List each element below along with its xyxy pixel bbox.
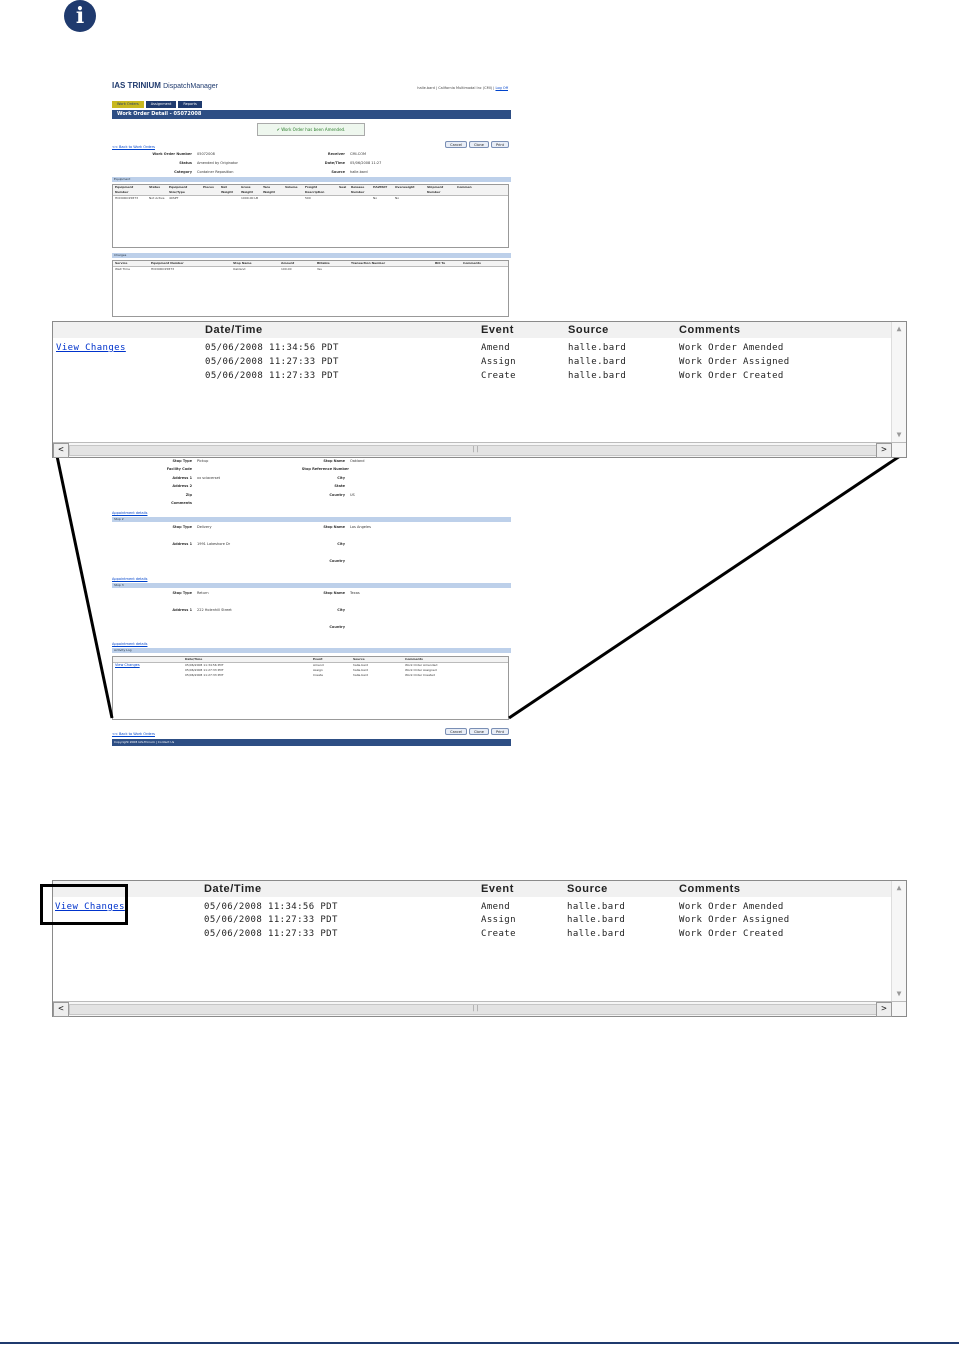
table-row: View Changes 05/06/2008 11:34:56 PDT Ame… (55, 902, 784, 912)
zoom-callout-lines (55, 454, 901, 720)
table-row: 05/06/2008 11:27:33 PDT Create halle.bar… (205, 371, 784, 381)
activity-log-zoom-1: Date/Time Event Source Comments View Cha… (52, 321, 907, 458)
scroll-up-icon[interactable]: ▲ (892, 881, 906, 895)
table-row: 05/06/2008 11:27:33 PDT Assign halle.bar… (204, 915, 790, 925)
activity-log-zoom-2: Date/Time Event Source Comments View Cha… (52, 880, 907, 1017)
scroll-left-icon[interactable]: < (53, 1002, 69, 1017)
activity-log-header: Date/Time Event Source Comments (53, 881, 891, 897)
table-row: View Changes 05/06/2008 11:34:56 PDT Ame… (56, 343, 784, 353)
view-changes-highlight (40, 884, 128, 925)
scroll-down-icon[interactable]: ▼ (892, 428, 906, 442)
scroll-down-icon[interactable]: ▼ (892, 987, 906, 1001)
scroll-right-icon[interactable]: > (876, 1002, 892, 1017)
horizontal-scrollbar[interactable]: < || > (53, 1001, 906, 1017)
vertical-scrollbar[interactable]: ▲ ▼ (891, 322, 906, 442)
activity-log-header: Date/Time Event Source Comments (53, 322, 891, 338)
table-row: 05/06/2008 11:27:33 PDT Assign halle.bar… (205, 357, 790, 367)
scroll-thumb[interactable]: || (69, 445, 882, 456)
table-row: 05/06/2008 11:27:33 PDT Create halle.bar… (204, 929, 784, 939)
scroll-up-icon[interactable]: ▲ (892, 322, 906, 336)
scroll-left-icon[interactable]: < (53, 443, 69, 458)
scroll-thumb[interactable]: || (69, 1004, 882, 1015)
vertical-scrollbar[interactable]: ▲ ▼ (891, 881, 906, 1001)
page-bottom-rule (0, 1342, 959, 1344)
scroll-right-icon[interactable]: > (876, 443, 892, 458)
horizontal-scrollbar[interactable]: < || > (53, 442, 906, 458)
view-changes-link[interactable]: View Changes (56, 343, 126, 353)
